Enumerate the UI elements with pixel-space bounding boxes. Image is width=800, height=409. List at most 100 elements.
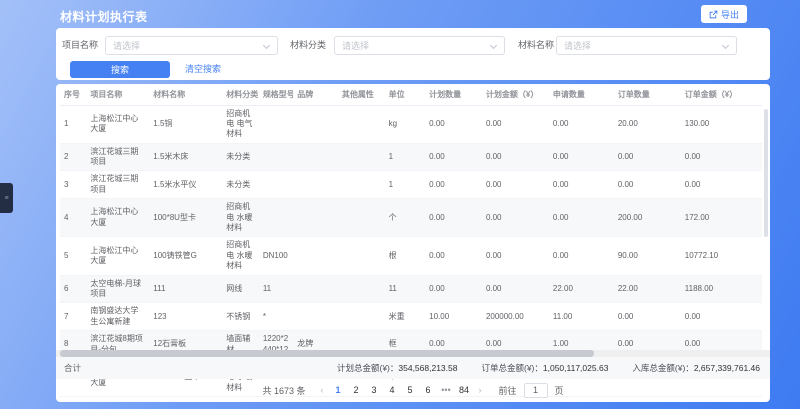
- filter-label: 材料分类: [290, 36, 326, 55]
- filter-select-1[interactable]: 请选择: [105, 36, 278, 55]
- column-header: 规格型号: [259, 84, 293, 105]
- table-cell: DN100: [259, 237, 293, 275]
- filter-placeholder: 请选择: [342, 39, 369, 52]
- column-header: 材料分类: [222, 84, 259, 105]
- table-cell: 未分类: [222, 171, 259, 199]
- page-button-6[interactable]: 6: [421, 385, 436, 395]
- table-cell: 上海松江中心大厦: [86, 199, 149, 237]
- table-cell: [293, 105, 338, 143]
- goto-page-input[interactable]: [524, 383, 548, 398]
- search-button[interactable]: 搜索: [70, 61, 170, 78]
- pagination: 共 1673 条 ‹ 123456•••84 › 前往 页: [56, 379, 770, 401]
- table-cell: 南钢盛达大学生公寓新建: [86, 303, 149, 331]
- summary-item-label: 计划总金额(¥)：: [337, 363, 398, 373]
- table-cell: [293, 275, 338, 303]
- column-header: 其他属性: [338, 84, 385, 105]
- table-cell: 100*8U型卡: [149, 199, 222, 237]
- table-cell: 2: [60, 143, 86, 171]
- table-cell: 米重: [385, 303, 426, 331]
- page-button-84[interactable]: 84: [457, 385, 472, 395]
- table-cell: *: [259, 303, 293, 331]
- filter-panel: 项目名称请选择材料分类请选择材料名称请选择 搜索 清空搜索: [56, 28, 770, 80]
- table-cell: 1188.00: [681, 275, 762, 303]
- table-cell: 根: [385, 237, 426, 275]
- export-button[interactable]: 导出: [701, 5, 747, 23]
- table-cell: 1: [385, 171, 426, 199]
- next-page-button[interactable]: ›: [475, 385, 486, 395]
- table-cell: 网线: [222, 275, 259, 303]
- table-cell: 上海松江中心大厦: [86, 237, 149, 275]
- page-button-4[interactable]: 4: [385, 385, 400, 395]
- page-buttons: 123456•••84: [331, 385, 472, 395]
- table-cell: [338, 237, 385, 275]
- summary-item: 入库总金额(¥)：2,657,339,761.46: [632, 362, 760, 374]
- filter-select-3[interactable]: 请选择: [556, 36, 737, 55]
- page-button-2[interactable]: 2: [349, 385, 364, 395]
- table-cell: 0.00: [425, 171, 482, 199]
- vertical-scrollbar[interactable]: [764, 109, 768, 237]
- table-cell: 22.00: [614, 275, 681, 303]
- table-header-row: 序号项目名称材料名称材料分类规格型号品牌其他属性单位计划数量计划金额（¥）申请数…: [60, 84, 762, 105]
- table-cell: [259, 171, 293, 199]
- summary-item-value: 2,657,339,761.46: [694, 363, 760, 373]
- table-cell: 11: [385, 275, 426, 303]
- table-cell: 20.00: [614, 105, 681, 143]
- table-cell: 0.00: [614, 143, 681, 171]
- table-row: 6太空电梯-月球项目111网线11110.000.0022.0022.00118…: [60, 275, 762, 303]
- column-header: 单位: [385, 84, 426, 105]
- summary-item: 计划总金额(¥)：354,568,213.58: [337, 362, 457, 374]
- table-cell: 0.00: [482, 275, 549, 303]
- table-row: 4上海松江中心大厦100*8U型卡招商机电 水暖材料个0.000.000.002…: [60, 199, 762, 237]
- table-cell: 6: [60, 275, 86, 303]
- filter-placeholder: 请选择: [564, 39, 591, 52]
- summary-items: 计划总金额(¥)：354,568,213.58订单总金额(¥)：1,050,11…: [337, 362, 760, 374]
- table-cell: 200000.00: [482, 303, 549, 331]
- table-cell: 1: [60, 105, 86, 143]
- table-cell: 11.00: [549, 303, 614, 331]
- table-cell: 滨江花城三期项目: [86, 143, 149, 171]
- table-cell: 0.00: [681, 143, 762, 171]
- horizontal-scrollbar-thumb[interactable]: [60, 350, 594, 357]
- page-button-3[interactable]: 3: [367, 385, 382, 395]
- table-cell: 0.00: [549, 143, 614, 171]
- table-cell: 0.00: [482, 171, 549, 199]
- table-cell: 0.00: [549, 237, 614, 275]
- prev-page-button[interactable]: ‹: [317, 385, 328, 395]
- page-button-1[interactable]: 1: [331, 385, 346, 395]
- table-cell: 招商机电 电气材料: [222, 105, 259, 143]
- table-cell: [338, 171, 385, 199]
- table-cell: 0.00: [549, 105, 614, 143]
- export-icon: [709, 10, 718, 19]
- table-cell: 0.00: [614, 303, 681, 331]
- table-cell: 1.5铜: [149, 105, 222, 143]
- column-header: 订单数量: [614, 84, 681, 105]
- horizontal-scrollbar-track: [56, 350, 770, 357]
- side-collapsed-tab[interactable]: ≡: [0, 183, 13, 213]
- table-cell: 1.5米水平仪: [149, 171, 222, 199]
- column-header: 材料名称: [149, 84, 222, 105]
- table-cell: 0.00: [681, 171, 762, 199]
- table-cell: 111: [149, 275, 222, 303]
- page-ellipsis: •••: [439, 385, 454, 395]
- report-table-panel: 序号项目名称材料名称材料分类规格型号品牌其他属性单位计划数量计划金额（¥）申请数…: [56, 84, 770, 402]
- table-cell: 0.00: [425, 237, 482, 275]
- summary-item-value: 1,050,117,025.63: [543, 363, 609, 373]
- table-cell: 100铸铁管G: [149, 237, 222, 275]
- summary-item-label: 入库总金额(¥)：: [632, 363, 693, 373]
- table-cell: 4: [60, 199, 86, 237]
- filter-select-2[interactable]: 请选择: [334, 36, 505, 55]
- pagination-total: 共 1673 条: [262, 384, 305, 397]
- table-cell: 太空电梯-月球项目: [86, 275, 149, 303]
- page-button-5[interactable]: 5: [403, 385, 418, 395]
- table-cell: [338, 105, 385, 143]
- filter-label: 项目名称: [62, 36, 98, 55]
- summary-item-value: 354,568,213.58: [398, 363, 457, 373]
- goto-page-label: 前往: [499, 384, 517, 397]
- table-cell: 22.00: [549, 275, 614, 303]
- clear-search-link[interactable]: 清空搜索: [185, 61, 221, 78]
- table-cell: 0.00: [425, 275, 482, 303]
- table-cell: 0.00: [614, 171, 681, 199]
- column-header: 订单金额（¥）: [681, 84, 762, 105]
- column-header: 申请数量: [549, 84, 614, 105]
- table-cell: [293, 303, 338, 331]
